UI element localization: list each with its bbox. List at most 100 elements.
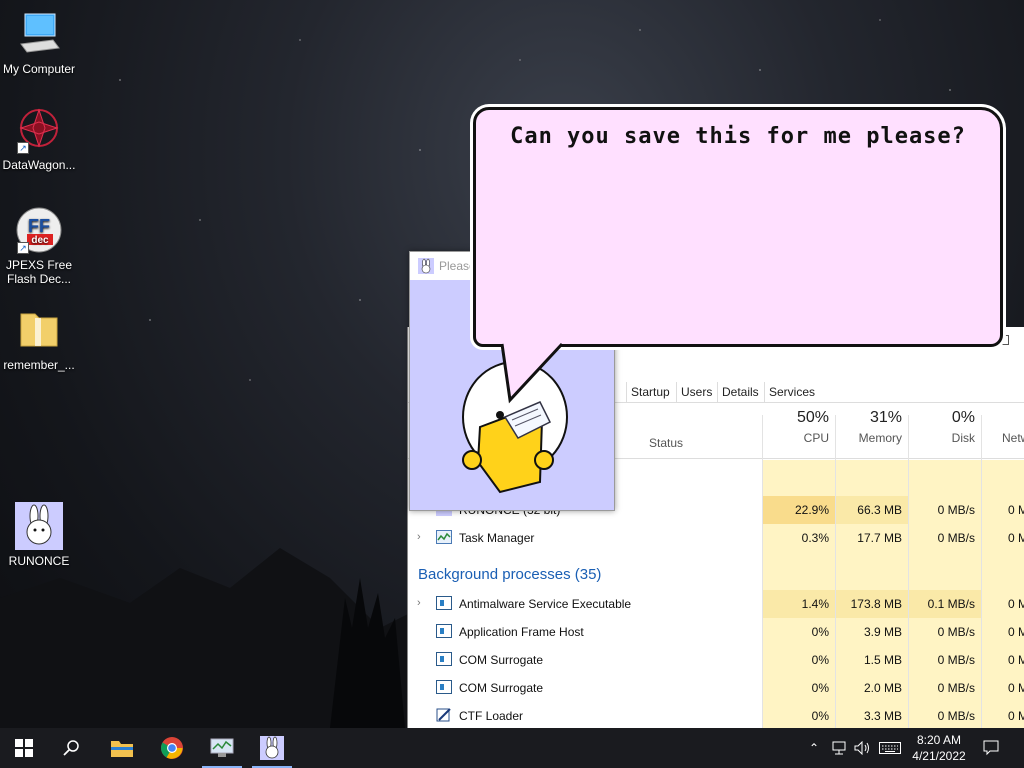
tab-users[interactable]: Users	[676, 382, 716, 402]
taskbar: ⌃ 8:20 AM 4/21/2022	[0, 728, 1024, 768]
task-manager-icon	[210, 738, 234, 757]
process-name: Application Frame Host	[459, 625, 584, 639]
process-row[interactable]: CTF Loader 0% 3.3 MB 0 MB/s 0 M	[408, 702, 1024, 728]
memory-value: 66.3 MB	[836, 496, 908, 524]
show-hidden-icons-chevron-icon[interactable]: ⌃	[804, 728, 824, 768]
start-button[interactable]	[0, 728, 48, 768]
bunny-icon	[260, 736, 284, 760]
cpu-label: CPU	[803, 431, 829, 445]
desktop-icon-label: My Computer	[2, 62, 76, 76]
taskbar-file-explorer[interactable]	[98, 728, 146, 768]
service-icon	[436, 624, 452, 638]
clock-date: 4/21/2022	[912, 749, 966, 763]
memory-value: 17.7 MB	[857, 531, 902, 545]
network-value: 0 M	[1008, 681, 1024, 695]
process-row[interactable]: › Task Manager 0.3% 17.7 MB 0 MB/s 0 M	[408, 524, 1024, 552]
disk-value: 0 MB/s	[937, 503, 975, 517]
tab-details[interactable]: Details	[717, 382, 763, 402]
cpu-value: 0%	[811, 681, 829, 695]
search-button[interactable]	[48, 728, 96, 768]
process-row[interactable]: COM Surrogate 0% 1.5 MB 0 MB/s 0 M	[408, 646, 1024, 674]
desktop-icon-runonce[interactable]: RUNONCE	[0, 502, 78, 568]
search-icon	[63, 740, 79, 756]
background-processes-group[interactable]: Background processes (35)	[418, 566, 601, 583]
process-row[interactable]: COM Surrogate 0% 2.0 MB 0 MB/s 0 M	[408, 674, 1024, 702]
network-value: 0 M	[1008, 531, 1024, 545]
memory-value: 3.3 MB	[863, 709, 902, 723]
process-row[interactable]: Application Frame Host 0% 3.9 MB 0 MB/s …	[408, 618, 1024, 646]
network-icon[interactable]	[828, 728, 850, 768]
desktop-icon-remember[interactable]: remember_...	[0, 306, 78, 372]
service-icon	[436, 596, 452, 610]
desktop-icon-jpexs[interactable]: FF dec ↗ JPEXS Free Flash Dec...	[0, 206, 78, 286]
expand-chevron-icon[interactable]: ›	[417, 597, 421, 609]
shortcut-arrow-icon: ↗	[17, 142, 29, 154]
memory-column-header[interactable]: 31% Memory	[836, 409, 902, 445]
process-row[interactable]: › Antimalware Service Executable 1.4% 17…	[408, 590, 1024, 618]
zip-folder-icon	[20, 313, 58, 347]
desktop-icon-my-computer[interactable]: My Computer	[0, 10, 78, 76]
svg-text:dec: dec	[31, 235, 49, 246]
disk-value: 0 MB/s	[937, 653, 975, 667]
folder-icon	[111, 741, 133, 757]
bunny-icon	[15, 502, 63, 550]
service-icon	[436, 680, 452, 694]
memory-value: 3.9 MB	[863, 625, 902, 639]
network-value: 0 M	[1008, 503, 1024, 517]
desktop-icon-label: DataWagon...	[2, 158, 76, 172]
cpu-value: 1.4%	[763, 590, 835, 618]
desktop-icon-label: JPEXS Free Flash Dec...	[5, 258, 73, 286]
desktop-icon-datawagon[interactable]: ↗ DataWagon...	[0, 106, 78, 172]
taskbar-runonce[interactable]	[248, 728, 296, 768]
memory-total: 31%	[869, 409, 902, 426]
bunny-icon	[418, 258, 434, 274]
disk-value: 0.1 MB/s	[909, 590, 981, 618]
taskbar-task-manager[interactable]	[198, 728, 246, 768]
network-value: 0 M	[1008, 597, 1024, 611]
disk-total: 0%	[951, 409, 975, 426]
tab-services[interactable]: Services	[764, 382, 819, 402]
cpu-total: 50%	[796, 409, 829, 426]
clock[interactable]: 8:20 AM 4/21/2022	[906, 732, 972, 764]
process-name: Antimalware Service Executable	[459, 597, 632, 611]
speech-bubble: Can you save this for me please?	[473, 107, 1003, 347]
disk-value: 0 MB/s	[937, 531, 975, 545]
cpu-value: 0.3%	[801, 531, 829, 545]
service-icon	[436, 652, 452, 666]
disk-label: Disk	[951, 431, 975, 445]
shortcut-arrow-icon: ↗	[17, 242, 29, 254]
computer-icon	[20, 13, 60, 53]
network-column-header[interactable]: Netw	[1002, 409, 1024, 445]
speech-bubble-tail	[500, 342, 564, 404]
notifications-icon[interactable]	[978, 728, 1004, 768]
process-name: COM Surrogate	[459, 681, 544, 695]
volume-icon[interactable]	[852, 728, 874, 768]
cpu-column-header[interactable]: 50% CPU	[763, 409, 829, 445]
svg-text:FF: FF	[28, 216, 50, 236]
disk-value: 0 MB/s	[937, 709, 975, 723]
disk-column-header[interactable]: 0% Disk	[909, 409, 975, 445]
network-value: 0 M	[1008, 709, 1024, 723]
clock-time: 8:20 AM	[916, 733, 962, 747]
desktop-icon-label: remember_...	[3, 358, 75, 372]
disk-value: 0 MB/s	[937, 681, 975, 695]
process-name: CTF Loader	[459, 709, 524, 723]
network-value: 0 M	[1008, 653, 1024, 667]
disk-value: 0 MB/s	[937, 625, 975, 639]
keyboard-icon[interactable]	[877, 728, 903, 768]
status-column-header[interactable]: Status	[649, 436, 683, 450]
process-name: Task Manager	[459, 531, 535, 545]
cpu-value: 0%	[811, 625, 829, 639]
desktop-icon-label: RUNONCE	[8, 554, 70, 568]
network-value: 0 M	[1008, 625, 1024, 639]
expand-chevron-icon[interactable]: ›	[417, 531, 421, 543]
taskbar-chrome[interactable]	[148, 728, 196, 768]
ctf-loader-icon	[436, 708, 451, 722]
network-label: Netw	[1002, 431, 1024, 445]
speech-bubble-text: Can you save this for me please?	[510, 124, 966, 149]
cpu-value: 0%	[811, 709, 829, 723]
memory-value: 1.5 MB	[863, 653, 902, 667]
tab-startup[interactable]: Startup	[626, 382, 674, 402]
runonce-title: Please	[439, 259, 476, 273]
task-manager-icon	[436, 530, 452, 544]
